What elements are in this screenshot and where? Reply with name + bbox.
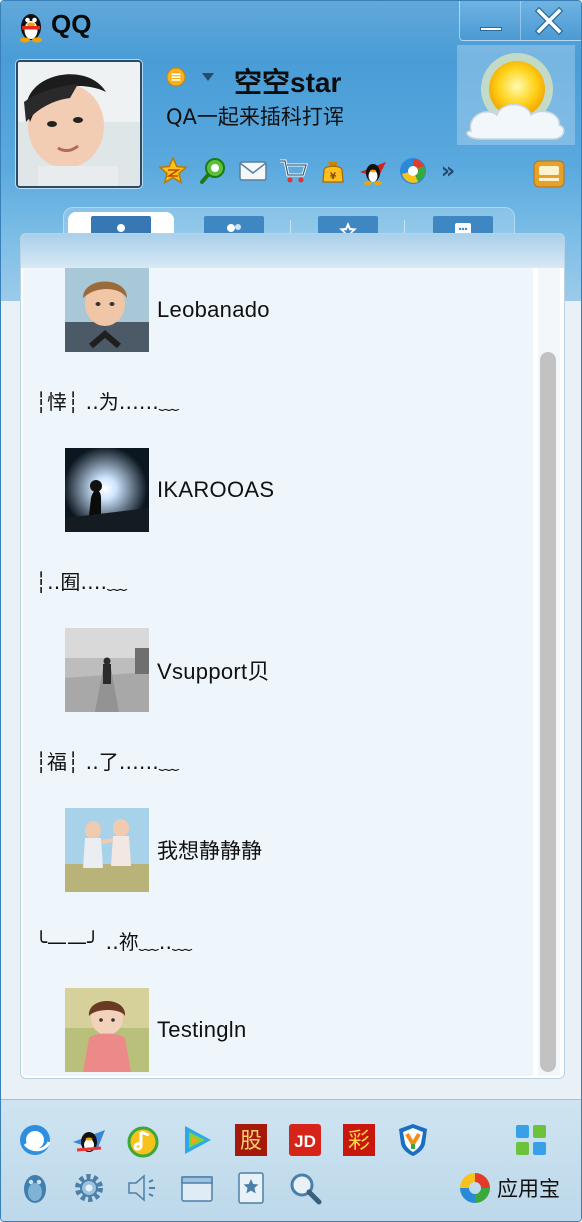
mail-icon[interactable] — [236, 154, 270, 188]
app-title: QQ — [51, 9, 92, 39]
jd-icon[interactable]: JD — [285, 1120, 325, 1160]
close-button[interactable] — [521, 1, 581, 40]
contact-avatar — [65, 988, 149, 1072]
qq-guard-icon[interactable] — [393, 1120, 433, 1160]
app-store-label: 应用宝 — [497, 1177, 560, 1201]
shopping-cart-icon[interactable] — [276, 154, 310, 188]
contact-avatar — [65, 268, 149, 352]
contact-item[interactable]: Testingln — [65, 988, 247, 1072]
weather-sunny-icon[interactable] — [457, 45, 575, 145]
svg-text:股: 股 — [240, 1129, 262, 1154]
contacts-penguin-icon[interactable] — [15, 1168, 55, 1208]
contact-avatar — [65, 808, 149, 892]
minimize-button[interactable] — [460, 1, 521, 40]
message-box-icon[interactable] — [532, 159, 566, 189]
contact-list: Leobanado ┆悻┆ ‥为‥‥‥﹏ IKAROOAS ┆‥囿‥‥﹏ Vsu… — [23, 268, 533, 1076]
contact-item[interactable]: IKAROOAS — [65, 448, 274, 532]
svg-text:JD: JD — [294, 1132, 316, 1151]
stock-icon[interactable]: 股 — [231, 1120, 271, 1160]
contact-list-scrollbar[interactable] — [538, 268, 560, 1076]
close-icon — [534, 6, 564, 36]
scrollbar-thumb[interactable] — [540, 352, 556, 1072]
qq-penguin-logo-icon — [20, 14, 42, 43]
avatar-photo — [18, 62, 140, 186]
qq-browser-icon[interactable] — [15, 1120, 55, 1160]
group-header[interactable]: ╰——╯ ‥祢﹏‥﹏ — [35, 926, 192, 955]
contact-name: Leobanado — [157, 297, 270, 322]
user-nickname: 空空star — [234, 67, 342, 98]
qq-game-icon[interactable] — [69, 1120, 109, 1160]
contact-name: Vsupport贝 — [157, 659, 270, 684]
browser-icon[interactable] — [396, 154, 430, 188]
contact-item[interactable]: Vsupport贝 — [65, 628, 270, 712]
svg-text:¥: ¥ — [330, 172, 337, 182]
bottom-apps-row: 股 JD 彩 — [15, 1120, 447, 1162]
contact-name: Testingln — [157, 1017, 247, 1042]
volume-icon[interactable] — [123, 1168, 163, 1208]
contact-avatar — [65, 448, 149, 532]
contact-item[interactable]: 我想静静静 — [65, 808, 262, 892]
wallet-bag-icon[interactable]: ¥ — [316, 154, 350, 188]
app-store-icon — [460, 1173, 490, 1203]
contact-item[interactable]: Leobanado — [65, 268, 270, 352]
bookmark-star-icon[interactable] — [231, 1168, 271, 1208]
search-p-icon[interactable] — [196, 154, 230, 188]
more-apps-button[interactable]: » — [436, 154, 460, 188]
qq-music-icon[interactable] — [123, 1120, 163, 1160]
chevron-down-icon[interactable] — [200, 71, 216, 83]
window-controls — [459, 1, 581, 41]
app-store-button[interactable]: 应用宝 — [457, 1166, 577, 1210]
svg-text:彩: 彩 — [348, 1129, 370, 1154]
group-header[interactable]: ┆悻┆ ‥为‥‥‥﹏ — [35, 386, 179, 415]
bottom-toolbar: 股 JD 彩 应用宝 — [1, 1099, 581, 1221]
settings-gear-icon[interactable] — [69, 1168, 109, 1208]
status-busy-icon[interactable] — [166, 67, 186, 87]
user-signature[interactable]: QA一起来插科打诨 — [166, 101, 344, 131]
app-grid-icon[interactable] — [513, 1122, 549, 1158]
contact-avatar — [65, 628, 149, 712]
group-header[interactable]: ┆‥囿‥‥﹏ — [35, 566, 127, 595]
group-header[interactable]: ┆福┆ ‥了‥‥‥﹏ — [35, 746, 179, 775]
qq-penguin-game-icon[interactable] — [356, 154, 390, 188]
contact-name: IKAROOAS — [157, 477, 275, 502]
qzone-star-icon[interactable] — [156, 154, 190, 188]
contact-list-panel: Leobanado ┆悻┆ ‥为‥‥‥﹏ IKAROOAS ┆‥囿‥‥﹏ Vsu… — [20, 233, 565, 1079]
bottom-tools-row — [15, 1168, 339, 1210]
lottery-icon[interactable]: 彩 — [339, 1120, 379, 1160]
user-avatar[interactable] — [16, 60, 142, 188]
search-icon[interactable] — [285, 1168, 325, 1208]
qq-main-window: QQ 空空star QA一起来插科打诨 ¥ » Leobanado ┆悻┆ ‥为… — [0, 0, 582, 1222]
contact-name: 我想静静静 — [157, 839, 262, 863]
qq-video-icon[interactable] — [177, 1120, 217, 1160]
folder-icon[interactable] — [177, 1168, 217, 1208]
app-toolbar: ¥ » — [156, 153, 460, 189]
